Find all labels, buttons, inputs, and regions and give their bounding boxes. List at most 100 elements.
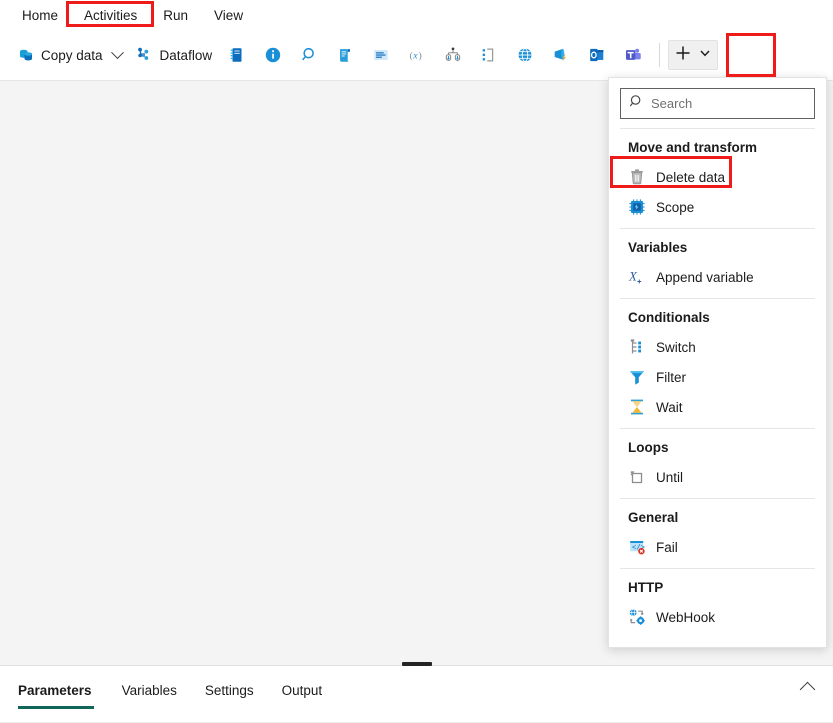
pipeline-editor: Home Activities Run View [0, 0, 833, 723]
menu-item-label: View [214, 8, 243, 23]
copy-data-button[interactable]: Copy data [10, 38, 129, 72]
search-icon [629, 94, 644, 114]
activity-item-delete-data[interactable]: Delete data [609, 162, 826, 192]
activity-label: Append variable [656, 270, 754, 285]
tab-settings[interactable]: Settings [191, 666, 268, 714]
bottom-panel: Parameters Variables Settings Output [0, 665, 833, 723]
azure-function-icon [552, 46, 570, 64]
group-http: HTTP [609, 569, 826, 638]
web-icon [516, 46, 534, 64]
plus-icon [675, 45, 691, 66]
outlook-button[interactable] [579, 38, 615, 72]
fail-icon: </> [628, 538, 646, 556]
append-variable-icon: X [628, 268, 646, 286]
copy-data-icon [17, 46, 35, 64]
tab-label: Parameters [18, 683, 92, 698]
tab-variables[interactable]: Variables [108, 666, 191, 714]
toolbar-divider [659, 43, 660, 67]
group-title: Move and transform [609, 129, 826, 162]
menu-item-run[interactable]: Run [153, 4, 198, 27]
toolbar: Copy data Dataflow [0, 30, 833, 80]
activity-item-filter[interactable]: Filter [609, 362, 826, 392]
activity-picker-flyout: Search Move and transform Delete [608, 77, 827, 648]
activity-item-until[interactable]: Until [609, 462, 826, 492]
bottom-tab-strip: Parameters Variables Settings Output [0, 666, 833, 714]
dataflow-label: Dataflow [160, 48, 213, 63]
info-icon [264, 46, 282, 64]
add-activity-button[interactable] [668, 40, 718, 70]
notebook-button[interactable] [219, 38, 255, 72]
get-metadata-button[interactable] [435, 38, 471, 72]
copy-data-label: Copy data [41, 48, 103, 63]
group-title: General [609, 499, 826, 532]
group-conditionals: Conditionals Switch [609, 299, 826, 428]
activity-item-switch[interactable]: Switch [609, 332, 826, 362]
svg-text:X: X [628, 268, 638, 283]
outlook-icon [588, 46, 606, 64]
activity-label: Scope [656, 200, 694, 215]
activity-label: Fail [656, 540, 678, 555]
activity-item-scope[interactable]: Scope [609, 192, 826, 222]
dataflow-button[interactable]: Dataflow [129, 38, 220, 72]
search-placeholder: Search [651, 96, 692, 111]
script-icon [336, 46, 354, 64]
teams-icon [624, 46, 642, 64]
filter-icon [628, 368, 646, 386]
group-title: Variables [609, 229, 826, 262]
activity-label: Delete data [656, 170, 725, 185]
search-row: Search [609, 78, 826, 128]
trash-icon [628, 168, 646, 186]
group-title: HTTP [609, 569, 826, 602]
tab-label: Output [282, 683, 323, 698]
activity-item-wait[interactable]: Wait [609, 392, 826, 422]
tab-label: Settings [205, 683, 254, 698]
activity-label: Wait [656, 400, 683, 415]
activity-item-fail[interactable]: </> Fail [609, 532, 826, 562]
set-variable-icon: ( x ) [408, 46, 426, 64]
activity-label: Until [656, 470, 683, 485]
chevron-down-icon[interactable] [111, 46, 124, 59]
activity-item-append-variable[interactable]: X Append variable [609, 262, 826, 292]
webhook-icon [628, 608, 646, 626]
lookup-icon [300, 46, 318, 64]
activity-label: Filter [656, 370, 686, 385]
menu-item-label: Run [163, 8, 188, 23]
lookup-button[interactable] [291, 38, 327, 72]
chevron-down-icon[interactable] [699, 46, 711, 64]
stored-procedure-icon [372, 46, 390, 64]
menu-item-home[interactable]: Home [12, 4, 68, 27]
tab-parameters[interactable]: Parameters [18, 666, 108, 714]
switch-icon [628, 338, 646, 356]
panel-resize-handle[interactable] [402, 662, 432, 666]
activity-item-webhook[interactable]: WebHook [609, 602, 826, 632]
script-button[interactable] [327, 38, 363, 72]
if-condition-button[interactable] [471, 38, 507, 72]
teams-button[interactable] [615, 38, 651, 72]
menu-item-view[interactable]: View [204, 4, 253, 27]
activity-label: Switch [656, 340, 696, 355]
menu-bar: Home Activities Run View [0, 0, 833, 30]
notebook-icon [228, 46, 246, 64]
group-title: Conditionals [609, 299, 826, 332]
wait-icon [628, 398, 646, 416]
scope-icon [628, 198, 646, 216]
get-metadata-icon [444, 46, 462, 64]
svg-text:x: x [412, 50, 418, 61]
set-variable-button[interactable]: ( x ) [399, 38, 435, 72]
group-title: Loops [609, 429, 826, 462]
group-move-and-transform: Move and transform Delete data [609, 129, 826, 228]
group-general: General </> Fail [609, 499, 826, 568]
menu-item-label: Activities [84, 8, 137, 23]
stored-procedure-button[interactable] [363, 38, 399, 72]
activity-label: WebHook [656, 610, 715, 625]
tab-output[interactable]: Output [268, 666, 337, 714]
menu-item-activities[interactable]: Activities [74, 4, 147, 27]
group-loops: Loops Until [609, 429, 826, 498]
web-button[interactable] [507, 38, 543, 72]
info-button[interactable] [255, 38, 291, 72]
dataflow-icon [136, 46, 154, 64]
svg-text:): ) [419, 50, 422, 61]
azure-function-button[interactable] [543, 38, 579, 72]
search-input[interactable]: Search [620, 88, 815, 119]
tab-label: Variables [122, 683, 177, 698]
